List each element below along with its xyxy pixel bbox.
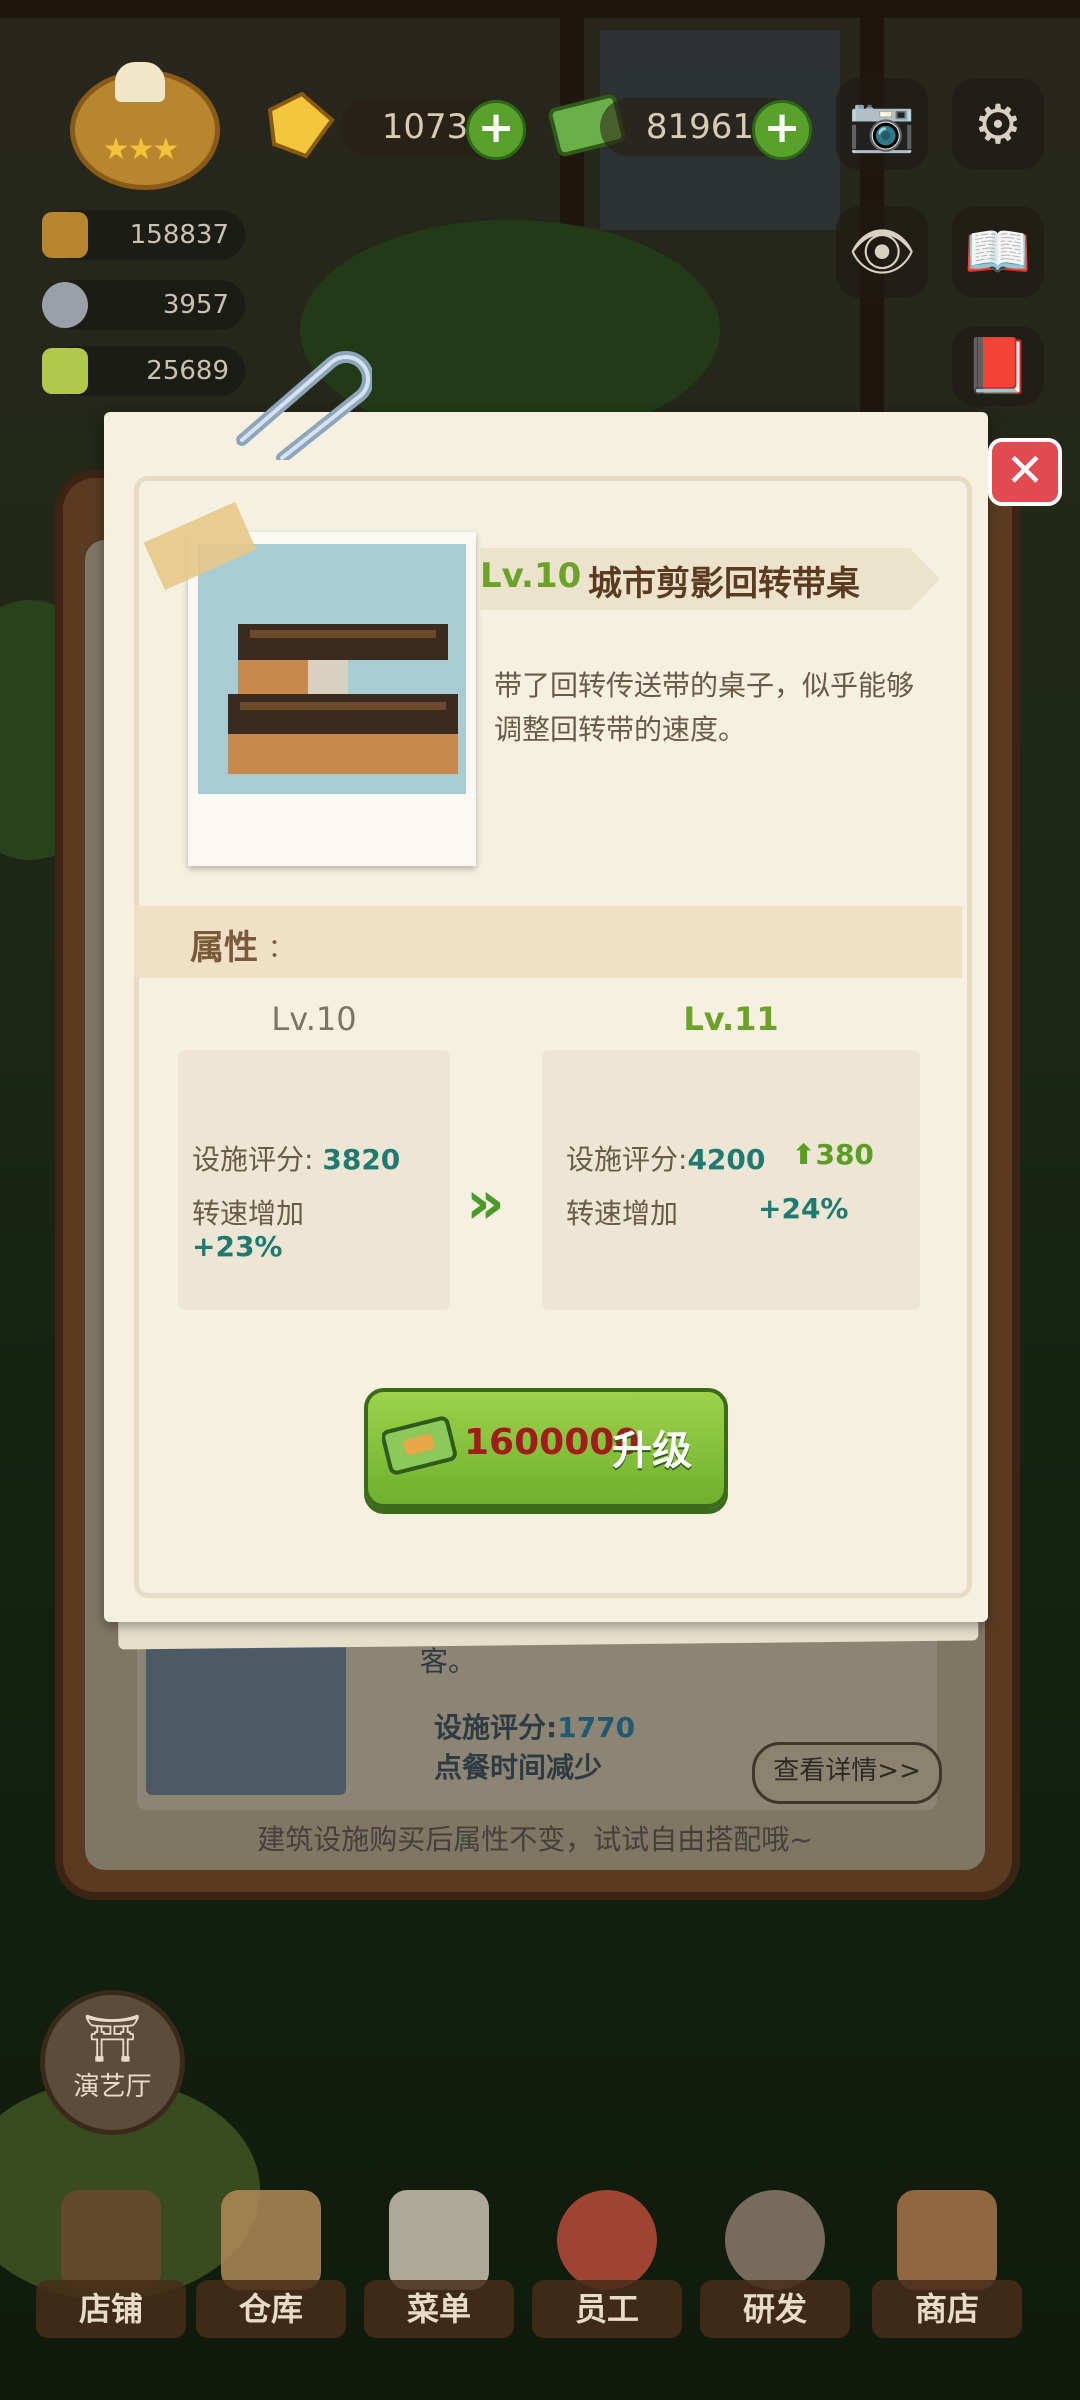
facility-rating-label: 设施评分:1770 bbox=[434, 1711, 636, 1744]
theater-icon: ⛩ bbox=[83, 2011, 142, 2065]
camera-button[interactable]: 📷 bbox=[836, 78, 928, 170]
cloche-icon bbox=[42, 282, 88, 328]
facility-level: Lv.10 bbox=[480, 556, 582, 596]
add-gems-button[interactable]: + bbox=[466, 100, 526, 160]
bill-icon bbox=[42, 348, 88, 394]
theater-button[interactable]: ⛩ 演艺厅 bbox=[40, 1990, 185, 2135]
rank-stars-icon: ★★★ bbox=[102, 132, 180, 167]
paperclip-icon bbox=[236, 350, 372, 460]
close-icon: ✕ bbox=[1005, 443, 1045, 497]
attributes-colon: ： bbox=[268, 934, 295, 964]
add-cash-button[interactable]: + bbox=[752, 100, 812, 160]
next-stats-box bbox=[542, 1050, 920, 1310]
attributes-label: 属性 bbox=[190, 928, 258, 968]
nav-staff[interactable]: 员工 bbox=[532, 2180, 682, 2340]
trophy-icon bbox=[42, 212, 88, 258]
view-details-button[interactable]: 查看详情>> bbox=[752, 1742, 942, 1804]
current-rating-value: 3820 bbox=[322, 1143, 401, 1176]
bottom-nav: 店铺 仓库 菜单 员工 研发 商店 bbox=[0, 2180, 1080, 2400]
nav-store[interactable]: 商店 bbox=[872, 2180, 1022, 2340]
nav-menu[interactable]: 菜单 bbox=[364, 2180, 514, 2340]
conveyor-table-image bbox=[228, 624, 458, 774]
gear-icon: ⚙ bbox=[973, 92, 1023, 156]
pot-icon bbox=[725, 2190, 825, 2290]
facility-description: 带了回转传送带的桌子，似乎能够调整回转带的速度。 bbox=[494, 669, 915, 746]
next-speed-value: +24% bbox=[758, 1192, 849, 1225]
next-rating: 设施评分:4200 bbox=[566, 1143, 766, 1176]
attributes-header bbox=[134, 906, 962, 978]
current-speed-label: 转速增加 bbox=[192, 1197, 305, 1230]
cash-icon bbox=[382, 1416, 457, 1475]
stat-popularity: 158837 bbox=[42, 210, 245, 260]
camera-icon: 📷 bbox=[848, 92, 916, 155]
current-speed-value: +23% bbox=[192, 1230, 283, 1263]
guide-book-icon: 📖 bbox=[964, 220, 1032, 283]
next-speed-label: 转速增加 bbox=[566, 1197, 679, 1230]
current-rating: 设施评分: 3820 bbox=[192, 1143, 401, 1176]
box-icon bbox=[221, 2190, 321, 2290]
storefront-icon bbox=[61, 2190, 161, 2290]
facility-name: 城市剪影回转带桌 bbox=[588, 564, 860, 604]
current-stats-box bbox=[178, 1050, 450, 1310]
upgrade-label: 升级 bbox=[612, 1428, 692, 1474]
guide-button[interactable]: 📖 bbox=[952, 206, 1044, 298]
facility-effect-label: 点餐时间减少 bbox=[434, 1751, 603, 1784]
nav-warehouse[interactable]: 仓库 bbox=[196, 2180, 346, 2340]
arrow-right-icon: » bbox=[466, 1168, 505, 1238]
shop-icon bbox=[897, 2190, 997, 2290]
ledger-button[interactable]: 📕 bbox=[952, 326, 1044, 406]
current-level: Lv.10 bbox=[271, 1000, 357, 1038]
staff-icon bbox=[557, 2190, 657, 2290]
facility-image bbox=[198, 544, 466, 794]
next-rating-value: 4200 bbox=[687, 1143, 766, 1176]
next-level: Lv.11 bbox=[683, 1000, 779, 1038]
settings-button[interactable]: ⚙ bbox=[952, 78, 1044, 170]
ledger-icon: 📕 bbox=[964, 334, 1032, 397]
nav-research[interactable]: 研发 bbox=[700, 2180, 850, 2340]
chef-rank-badge[interactable]: ★★★ bbox=[50, 62, 230, 192]
eye-icon: 👁 bbox=[847, 220, 917, 283]
stat-income: 25689 bbox=[42, 346, 245, 396]
rating-delta: ⬆380 bbox=[792, 1138, 874, 1171]
view-button[interactable]: 👁 bbox=[836, 206, 928, 298]
facility-photo bbox=[188, 532, 476, 866]
chef-hat-icon bbox=[115, 62, 165, 102]
gem-icon bbox=[267, 91, 335, 159]
purchase-tip: 建筑设施购买后属性不变，试试自由搭配哦~ bbox=[257, 1823, 813, 1856]
nav-shop-front[interactable]: 店铺 bbox=[36, 2180, 186, 2340]
stat-service: 3957 bbox=[42, 280, 245, 330]
close-button[interactable]: ✕ bbox=[988, 438, 1062, 506]
clipboard-icon bbox=[389, 2190, 489, 2290]
up-arrow-icon: ⬆ bbox=[792, 1138, 816, 1171]
upgrade-button[interactable]: 1600000 升级 bbox=[364, 1388, 728, 1508]
